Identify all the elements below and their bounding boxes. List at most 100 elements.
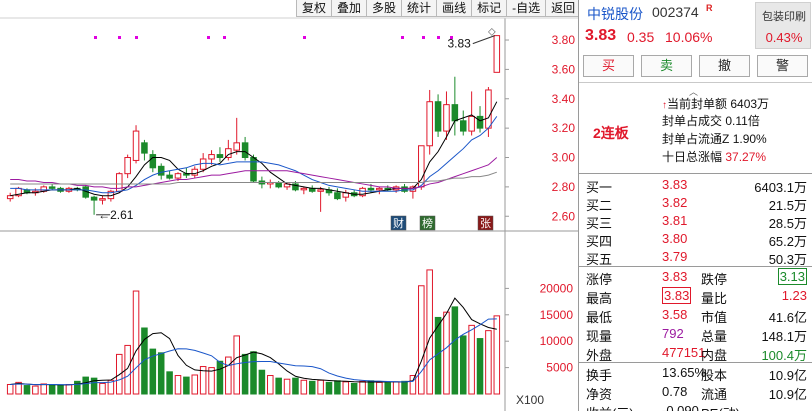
stock-header: 中锐股份 002374 R 3.83 0.35 10.06% 包装印刷 0.43… bbox=[579, 0, 812, 52]
stat-label: 收益(三) bbox=[586, 403, 634, 411]
concept-sector-box[interactable]: 包装印刷 0.43% bbox=[755, 2, 811, 49]
alert-button[interactable]: 警 bbox=[757, 55, 808, 77]
bid-row[interactable]: 买五 3.79 50.3万 bbox=[579, 247, 812, 267]
seal-row-value: 0.11倍 bbox=[725, 114, 760, 128]
buy-button[interactable]: 买 bbox=[583, 55, 634, 77]
stat-value-text: 477151 bbox=[662, 345, 706, 360]
kline-chart-area[interactable]: 3.80 3.60 3.40 3.20 3.00 2.80 2.60 20000 15000 10… bbox=[0, 0, 582, 411]
volume-bar bbox=[443, 311, 450, 395]
stat-value: -0.090 bbox=[662, 403, 699, 411]
stat-label-text: 跌停 bbox=[701, 272, 728, 287]
margin-flag: R bbox=[706, 3, 713, 13]
volume-bar bbox=[166, 371, 173, 395]
volume-bar bbox=[342, 381, 350, 395]
candle-body bbox=[250, 157, 257, 182]
toolbar-button-6[interactable]: -自选 bbox=[506, 0, 546, 17]
stat-label-text: 最低 bbox=[586, 310, 613, 325]
toolbar-button-5[interactable]: 标记 bbox=[471, 0, 507, 17]
event-marker bbox=[135, 36, 138, 39]
bid-row[interactable]: 买四 3.80 65.2万 bbox=[579, 229, 812, 249]
event-marker bbox=[94, 36, 97, 39]
volume-bar bbox=[292, 377, 299, 395]
volume-bar bbox=[216, 360, 224, 395]
stat-value-text: 1.23 bbox=[781, 288, 807, 303]
volume-bar bbox=[57, 385, 64, 395]
candle-body bbox=[157, 165, 165, 176]
stat-label: PE(动) bbox=[701, 403, 740, 411]
volume-bar bbox=[174, 375, 182, 395]
toolbar-button-2[interactable]: 多股 bbox=[366, 0, 402, 17]
stat-value-text: 10.9亿 bbox=[768, 368, 807, 383]
volume-tick-label: 10000 bbox=[540, 334, 574, 348]
candle-body bbox=[6, 195, 14, 200]
quote-stats-extra: 换手13.65%股本10.9亿净资0.78流通10.9亿收益(三)-0.090P… bbox=[579, 362, 812, 411]
bid-price: 3.80 bbox=[662, 231, 688, 246]
stock-name[interactable]: 中锐股份 bbox=[587, 4, 643, 24]
volume-tick-label: 15000 bbox=[540, 308, 574, 322]
event-marker bbox=[223, 36, 226, 39]
toolbar-button-1[interactable]: 叠加 bbox=[331, 0, 367, 17]
trade-buttons: 买 卖 撤 警 bbox=[583, 55, 811, 77]
candle-body bbox=[434, 101, 442, 132]
stat-value: 477151 bbox=[662, 345, 705, 360]
toolbar-button-3[interactable]: 统计 bbox=[401, 0, 437, 17]
toolbar-button-7[interactable]: 返回 bbox=[545, 0, 582, 17]
volume-bar bbox=[283, 378, 291, 395]
bid-row[interactable]: 买一 3.83 6403.1万 bbox=[579, 175, 812, 195]
candle-body bbox=[241, 142, 249, 159]
volume-bar bbox=[250, 351, 257, 395]
volume-bar bbox=[32, 385, 39, 395]
stat-value: 792 bbox=[662, 326, 684, 341]
candle-body bbox=[208, 154, 215, 160]
kline-chart[interactable]: 3.80 3.60 3.40 3.20 3.00 2.80 2.60 20000 15000 10… bbox=[0, 0, 578, 411]
stat-value-text: 10.9亿 bbox=[768, 387, 807, 402]
stat-row: 最低 3.58 市值 41.6亿 bbox=[579, 305, 812, 325]
candle-body bbox=[459, 120, 467, 132]
seal-row-label: 当前封单额 bbox=[667, 97, 728, 111]
stat-value: 13.65% bbox=[662, 365, 706, 380]
volume-bar bbox=[359, 380, 366, 395]
candle-body bbox=[376, 187, 383, 191]
stat-value-text: 3.83 bbox=[662, 269, 688, 284]
stat-label-text: 市值 bbox=[701, 310, 728, 325]
volume-bar bbox=[241, 353, 249, 395]
stat-value-text: 792 bbox=[662, 326, 684, 341]
volume-bar bbox=[459, 335, 467, 395]
stat-value-text: 3.83 bbox=[662, 287, 692, 304]
candle-body bbox=[141, 142, 148, 154]
cancel-order-button[interactable]: 撤 bbox=[699, 55, 750, 77]
toolbar-button-4[interactable]: 画线 bbox=[436, 0, 472, 17]
seal-row: 十日总涨幅 37.27% bbox=[662, 148, 766, 165]
stat-value: 3.83 bbox=[662, 269, 687, 284]
stat-row: 现量 792 总量 148.1万 bbox=[579, 324, 812, 344]
concept-sector-pct: 0.43% bbox=[765, 30, 803, 45]
price-tick-label: 3.20 bbox=[552, 121, 576, 135]
volume-bar bbox=[23, 385, 31, 395]
price-tick-label: 3.00 bbox=[552, 151, 576, 165]
candle-body bbox=[48, 186, 56, 189]
stat-label-text: 内盘 bbox=[701, 348, 728, 363]
stat-label-text: 收益(三) bbox=[586, 406, 634, 411]
candle-body bbox=[132, 130, 140, 161]
volume-bar bbox=[451, 306, 459, 395]
price-tick-label: 3.60 bbox=[552, 62, 576, 76]
bid-row[interactable]: 买二 3.82 21.5万 bbox=[579, 193, 812, 213]
event-marker bbox=[207, 36, 210, 39]
volume-bar bbox=[468, 324, 475, 395]
stat-row: 涨停 3.83 跌停 3.13 bbox=[579, 267, 812, 287]
limit-up-seal-box: ︿ 2连板 ↑当前封单额 6403万 封单占成交 0.11倍 封单占流通Z 1.90… bbox=[579, 82, 812, 170]
candle-body bbox=[468, 115, 475, 132]
candle-body bbox=[191, 168, 199, 176]
candle-body bbox=[275, 181, 282, 188]
event-marker bbox=[401, 36, 404, 39]
high-price-label: 3.83 bbox=[447, 37, 471, 51]
event-badge-text: 财 bbox=[393, 216, 404, 230]
volume-bar bbox=[300, 379, 308, 395]
stat-value: 3.58 bbox=[662, 307, 687, 322]
stat-label-text: 股本 bbox=[701, 368, 728, 383]
low-price-label: ←2.61 bbox=[98, 208, 134, 222]
toolbar-button-0[interactable]: 复权 bbox=[296, 0, 332, 17]
candle-body bbox=[233, 142, 240, 151]
bid-row[interactable]: 买三 3.81 28.5万 bbox=[579, 211, 812, 231]
sell-button[interactable]: 卖 bbox=[641, 55, 692, 77]
